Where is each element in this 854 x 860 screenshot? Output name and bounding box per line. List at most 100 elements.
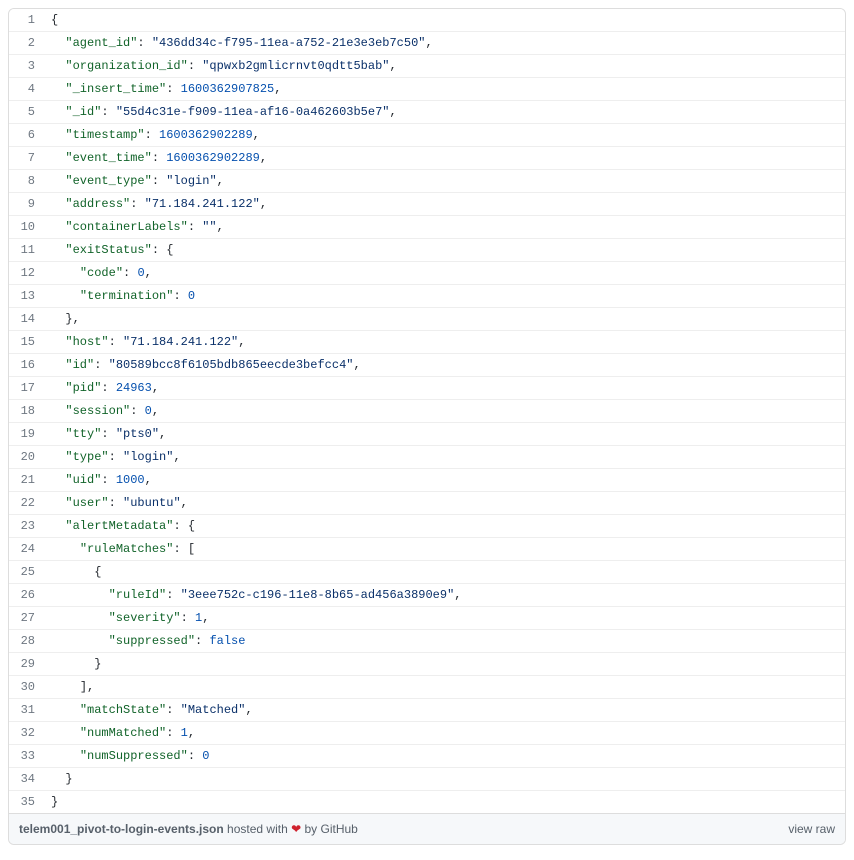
line-number[interactable]: 27 [9,607,45,630]
line-number[interactable]: 19 [9,423,45,446]
line-number[interactable]: 1 [9,9,45,32]
token-key: "agent_id" [65,36,137,50]
line-number[interactable]: 6 [9,124,45,147]
code-line: 20 "type": "login", [9,446,845,469]
token-key: "alertMetadata" [65,519,173,533]
token-punc: , [181,496,188,510]
line-number[interactable]: 11 [9,239,45,262]
token-key: "numMatched" [80,726,166,740]
line-number[interactable]: 8 [9,170,45,193]
view-raw-link[interactable]: view raw [788,822,835,836]
code-cell: "event_time": 1600362902289, [45,147,845,170]
line-number[interactable]: 15 [9,331,45,354]
line-number[interactable]: 16 [9,354,45,377]
code-line: 2 "agent_id": "436dd34c-f795-11ea-a752-2… [9,32,845,55]
code-line: 18 "session": 0, [9,400,845,423]
token-punc: { [94,565,101,579]
line-number[interactable]: 34 [9,768,45,791]
token-str: "pts0" [116,427,159,441]
line-number[interactable]: 25 [9,561,45,584]
code-cell: "code": 0, [45,262,845,285]
line-number[interactable]: 12 [9,262,45,285]
code-line: 8 "event_type": "login", [9,170,845,193]
line-number[interactable]: 32 [9,722,45,745]
line-number[interactable]: 28 [9,630,45,653]
token-punc: : [101,105,115,119]
line-number[interactable]: 10 [9,216,45,239]
line-number[interactable]: 17 [9,377,45,400]
code-line: 13 "termination": 0 [9,285,845,308]
line-number[interactable]: 30 [9,676,45,699]
token-punc: : [130,197,144,211]
token-punc: : [137,36,151,50]
token-punc: , [152,404,159,418]
code-cell: "agent_id": "436dd34c-f795-11ea-a752-21e… [45,32,845,55]
line-number[interactable]: 13 [9,285,45,308]
code-line: 7 "event_time": 1600362902289, [9,147,845,170]
token-key: "id" [65,358,94,372]
token-key: "timestamp" [65,128,144,142]
line-number[interactable]: 33 [9,745,45,768]
token-punc: , [202,611,209,625]
token-punc: , [253,128,260,142]
line-number[interactable]: 7 [9,147,45,170]
code-cell: "user": "ubuntu", [45,492,845,515]
code-cell: "suppressed": false [45,630,845,653]
line-number[interactable]: 26 [9,584,45,607]
line-number[interactable]: 22 [9,492,45,515]
line-number[interactable]: 18 [9,400,45,423]
token-punc: : [173,289,187,303]
token-punc: , [217,174,224,188]
line-number[interactable]: 4 [9,78,45,101]
line-number[interactable]: 29 [9,653,45,676]
token-punc: : [195,634,209,648]
token-punc: : [109,496,123,510]
code-cell: "_id": "55d4c31e-f909-11ea-af16-0a462603… [45,101,845,124]
token-punc: , [260,151,267,165]
token-punc: : [188,749,202,763]
token-key: "_id" [65,105,101,119]
code-line: 28 "suppressed": false [9,630,845,653]
gist-meta-bar: telem001_pivot-to-login-events.json host… [9,813,845,844]
token-key: "uid" [65,473,101,487]
gist-filename-link[interactable]: telem001_pivot-to-login-events.json [19,822,224,836]
token-punc: : [123,266,137,280]
token-punc: , [260,197,267,211]
line-number[interactable]: 23 [9,515,45,538]
code-line: 19 "tty": "pts0", [9,423,845,446]
token-str: "login" [123,450,173,464]
token-key: "severity" [109,611,181,625]
token-punc: , [173,450,180,464]
line-number[interactable]: 24 [9,538,45,561]
code-cell: } [45,768,845,791]
line-number[interactable]: 35 [9,791,45,814]
token-punc: : [188,59,202,73]
line-number[interactable]: 3 [9,55,45,78]
token-punc: , [245,703,252,717]
line-number[interactable]: 9 [9,193,45,216]
token-key: "type" [65,450,108,464]
token-punc: : [166,726,180,740]
line-number[interactable]: 21 [9,469,45,492]
token-punc: : { [173,519,195,533]
line-number[interactable]: 20 [9,446,45,469]
token-punc: , [274,82,281,96]
line-number[interactable]: 14 [9,308,45,331]
line-number[interactable]: 5 [9,101,45,124]
token-num: 24963 [116,381,152,395]
token-punc: , [454,588,461,602]
token-key: "tty" [65,427,101,441]
code-cell: "severity": 1, [45,607,845,630]
github-link[interactable]: GitHub [320,822,357,836]
code-line: 14 }, [9,308,845,331]
line-number[interactable]: 31 [9,699,45,722]
token-key: "matchState" [80,703,166,717]
line-number[interactable]: 2 [9,32,45,55]
code-table: 1 {2 "agent_id": "436dd34c-f795-11ea-a752… [9,9,845,813]
heart-icon: ❤ [291,822,301,836]
code-cell: "organization_id": "qpwxb2gmlicrnvt0qdtt… [45,55,845,78]
token-punc: , [145,473,152,487]
code-cell: "address": "71.184.241.122", [45,193,845,216]
code-line: 26 "ruleId": "3eee752c-c196-11e8-8b65-ad… [9,584,845,607]
token-punc: : [145,128,159,142]
